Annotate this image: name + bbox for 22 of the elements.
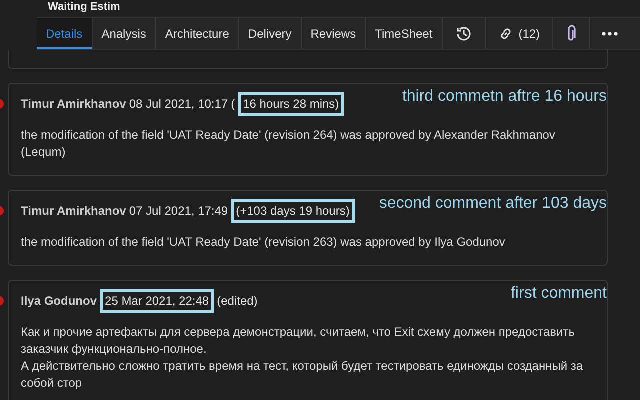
comment-date: 07 Jul 2021, 17:49 bbox=[129, 204, 228, 218]
comment-author: Timur Amirkhanov bbox=[21, 97, 126, 111]
elapsed-time: (+103 days 19 hours) bbox=[231, 199, 355, 223]
comment-date: 08 Jul 2021, 10:17 bbox=[129, 97, 228, 111]
edited-label: (edited) bbox=[217, 294, 258, 308]
comment-text: the modification of the field 'UAT Ready Date' (revision 263) was approved by Ilya Godunov bbox=[21, 234, 506, 251]
comment-author: Ilya Godunov bbox=[21, 294, 98, 308]
more-icon bbox=[602, 32, 618, 36]
annotation-text: first comment bbox=[510, 285, 607, 303]
paperclip-icon bbox=[565, 24, 578, 42]
comment-text: the modification of the field 'UAT Ready Date' (revision 264) was approved by Alexander Rakhmanov (Lequm) bbox=[21, 127, 556, 161]
comment-text: Как и прочие артефакты для сервера демонстрации, считаем, что Exit схему должен предоставить заказчик функционально-полное. bbox=[21, 324, 576, 358]
history-icon bbox=[454, 24, 473, 42]
annotation-text: third commetn aftre 16 hours bbox=[402, 88, 607, 106]
comment-text: А действительно сложно тратить время на тест, который будет тестировать единожды созданный за собой стор bbox=[21, 358, 584, 392]
comment-date: 25 Mar 2021, 22:48 bbox=[100, 289, 214, 313]
paren-text: ( bbox=[231, 97, 236, 111]
comment-author: Timur Amirkhanov bbox=[21, 204, 126, 218]
work-item-title: Waiting Estim bbox=[48, 1, 120, 14]
annotation-text: second comment after 103 days bbox=[379, 195, 607, 213]
tab[interactable]: Details bbox=[37, 18, 93, 49]
elapsed-time: 16 hours 28 mins) bbox=[238, 92, 344, 116]
